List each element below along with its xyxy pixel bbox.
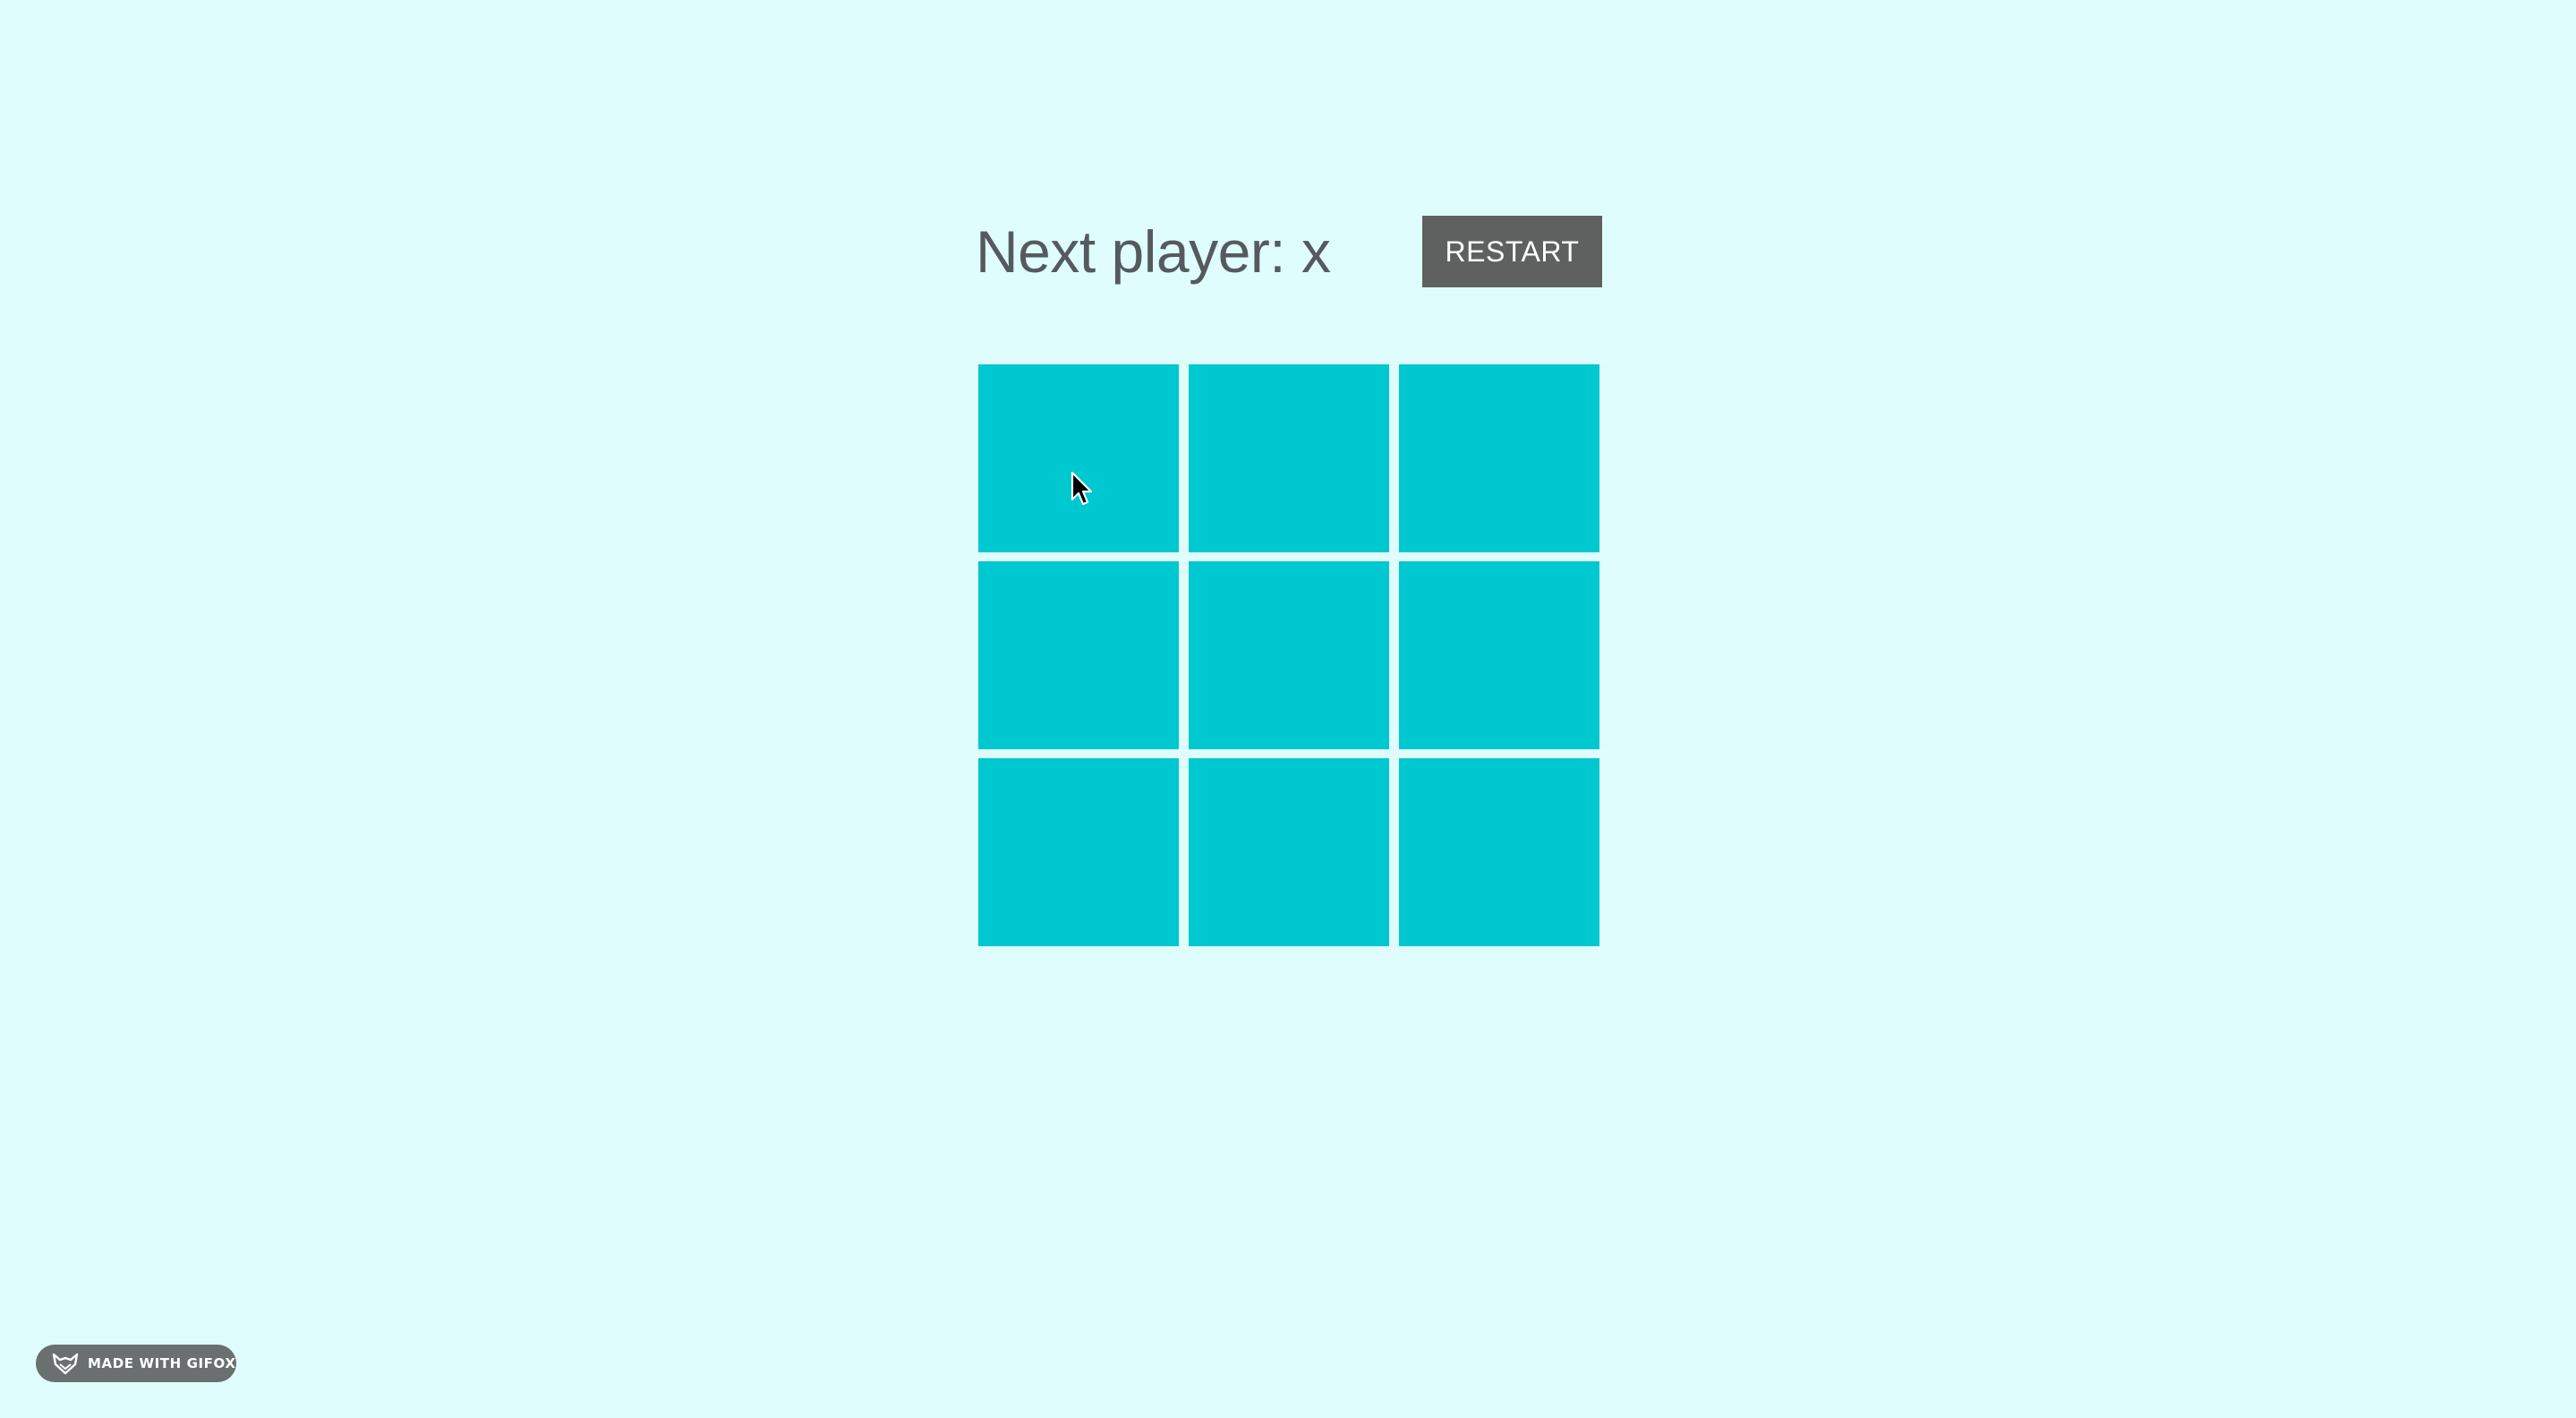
board-cell-8[interactable] — [1399, 758, 1599, 946]
made-with-gifox-badge[interactable]: MADE WITH GIFOX — [36, 1345, 236, 1382]
fox-icon — [52, 1352, 79, 1375]
next-player-status: Next player: x — [976, 218, 1331, 285]
board-cell-0[interactable] — [978, 364, 1179, 552]
restart-button[interactable]: RESTART — [1422, 216, 1602, 287]
board-cell-4[interactable] — [1189, 561, 1389, 749]
board-cell-1[interactable] — [1189, 364, 1389, 552]
board-cell-5[interactable] — [1399, 561, 1599, 749]
game-page: Next player: x RESTART MADE WITH GIFOX — [0, 0, 2576, 1418]
board-cell-3[interactable] — [978, 561, 1179, 749]
badge-label: MADE WITH GIFOX — [88, 1355, 236, 1371]
game-board — [978, 364, 1599, 947]
board-cell-7[interactable] — [1189, 758, 1389, 946]
board-cell-6[interactable] — [978, 758, 1179, 946]
board-cell-2[interactable] — [1399, 364, 1599, 552]
